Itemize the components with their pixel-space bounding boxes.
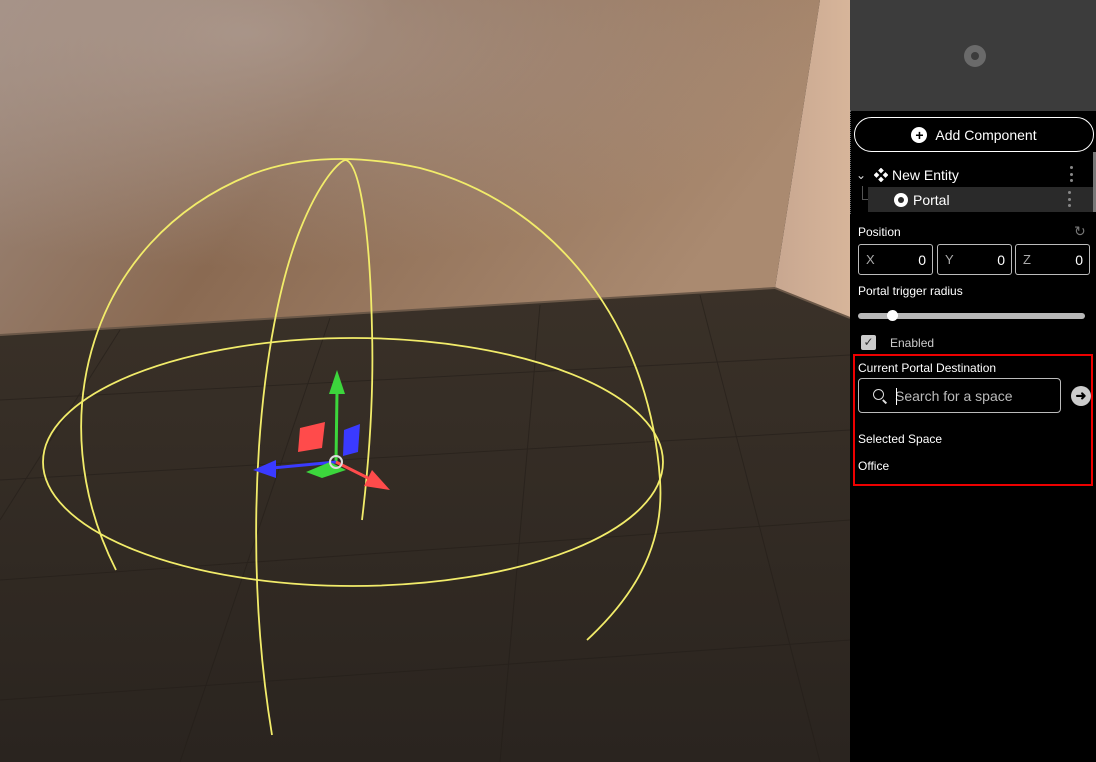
selected-space-value: Office (858, 459, 890, 473)
add-component-button[interactable]: + Add Component (854, 117, 1094, 152)
position-x-field[interactable]: X 0 (858, 244, 933, 275)
inspector-panel: + Add Component ⌄ New Entity Portal Posi… (850, 0, 1096, 762)
slider-thumb[interactable] (887, 310, 899, 321)
kebab-menu-icon[interactable] (1068, 191, 1072, 207)
tree-item-new-entity[interactable]: ⌄ New Entity (850, 162, 1096, 187)
scene-viewport[interactable] (0, 0, 850, 762)
tree-item-label: New Entity (892, 166, 959, 183)
tree-item-label: Portal (913, 191, 950, 208)
space-search-field[interactable] (858, 378, 1061, 413)
arrow-right-circle-icon[interactable]: ➜ (1071, 386, 1091, 406)
portal-destination-label: Current Portal Destination (858, 361, 997, 375)
entity-preview (850, 0, 1096, 111)
scene-render (0, 0, 850, 762)
plus-circle-icon: + (911, 126, 928, 143)
position-label: Position (858, 225, 901, 239)
search-icon (873, 389, 884, 400)
portal-radius-label: Portal trigger radius (858, 284, 963, 298)
preview-portal-icon (964, 45, 986, 67)
space-search-input[interactable] (895, 385, 1055, 407)
selected-space-label: Selected Space (858, 432, 943, 446)
portal-icon (894, 192, 908, 207)
enabled-label: Enabled (890, 336, 935, 350)
entity-icon (874, 167, 888, 182)
enabled-checkbox[interactable]: ✓ (861, 335, 876, 350)
position-y-field[interactable]: Y 0 (937, 244, 1012, 275)
tree-item-portal[interactable]: Portal (868, 187, 1094, 212)
chevron-down-icon[interactable]: ⌄ (856, 168, 870, 182)
add-component-label: Add Component (935, 126, 1037, 143)
portal-radius-slider[interactable] (858, 310, 1085, 321)
position-z-field[interactable]: Z 0 (1015, 244, 1090, 275)
kebab-menu-icon[interactable] (1070, 166, 1074, 182)
reset-icon[interactable]: ↻ (1074, 224, 1088, 238)
